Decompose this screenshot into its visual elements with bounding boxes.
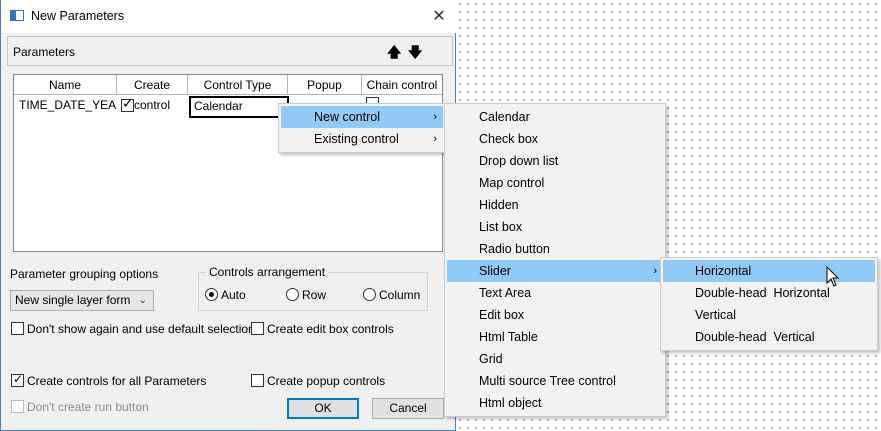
submenu-arrow-icon: › xyxy=(433,133,437,145)
table-header: Name Create control Control Type Popup C… xyxy=(14,75,442,112)
slider-submenu: Horizontal Double-head Horizontal Vertic… xyxy=(660,257,878,351)
menu-item-label: Drop down list xyxy=(479,154,559,168)
title-bar[interactable]: New Parameters ✕ xyxy=(1,0,457,33)
controls-arrangement-label: Controls arrangement xyxy=(206,265,329,279)
mouse-pointer-icon xyxy=(826,266,840,287)
menu-item-radio-button[interactable]: Radio button xyxy=(447,238,663,260)
menu-item-label: List box xyxy=(479,220,523,234)
menu-item-vertical[interactable]: Vertical xyxy=(663,304,875,326)
submenu-arrow-icon: › xyxy=(653,265,657,277)
column-header-control-type[interactable]: Control Type xyxy=(188,75,288,95)
new-control-submenu: Calendar Check box Drop down list Map co… xyxy=(444,103,666,417)
cancel-button[interactable]: Cancel xyxy=(372,398,444,419)
new-parameters-dialog: New Parameters ✕ Parameters 🡅 🡇 Name Cre… xyxy=(0,0,457,431)
menu-item-horizontal[interactable]: Horizontal xyxy=(663,260,875,282)
menu-item-label: New control xyxy=(314,110,380,124)
menu-item-label: Multi source Tree control xyxy=(479,374,616,388)
window-title: New Parameters xyxy=(31,9,125,23)
menu-item-label: Double-head Vertical xyxy=(695,330,815,344)
menu-item-drop-down-list[interactable]: Drop down list xyxy=(447,150,663,172)
menu-item-calendar[interactable]: Calendar xyxy=(447,106,663,128)
menu-item-label: Calendar xyxy=(479,110,530,124)
radio-auto[interactable] xyxy=(205,288,218,301)
column-header-name[interactable]: Name xyxy=(14,75,117,95)
menu-item-html-object[interactable]: Html object xyxy=(447,392,663,414)
close-button[interactable]: ✕ xyxy=(425,4,453,28)
edit-box-label[interactable]: Create edit box controls xyxy=(267,322,394,336)
window-icon xyxy=(10,10,24,21)
menu-item-label: Horizontal xyxy=(695,264,752,278)
menu-item-multi-source-tree-control[interactable]: Multi source Tree control xyxy=(447,370,663,392)
popup-controls-checkbox[interactable] xyxy=(251,374,264,387)
ok-button[interactable]: OK xyxy=(287,398,359,419)
menu-item-html-table[interactable]: Html Table xyxy=(447,326,663,348)
menu-item-new-control[interactable]: New control › xyxy=(281,106,443,128)
menu-item-map-control[interactable]: Map control xyxy=(447,172,663,194)
move-up-arrow-icon[interactable]: 🡅 xyxy=(387,42,401,66)
menu-item-label: Html Table xyxy=(479,330,538,344)
menu-item-label: Check box xyxy=(479,132,539,146)
grouping-select[interactable]: New single layer form ⌄ xyxy=(10,290,154,311)
menu-item-existing-control[interactable]: Existing control › xyxy=(281,128,443,150)
no-run-button-label: Don't create run button xyxy=(27,400,149,414)
menu-item-label: Existing control xyxy=(314,132,399,146)
all-parameters-checkbox[interactable]: ✓ xyxy=(11,372,24,387)
submenu-arrow-icon: › xyxy=(433,111,437,123)
menu-item-label: Html object xyxy=(479,396,542,410)
menu-item-check-box[interactable]: Check box xyxy=(447,128,663,150)
parameters-table: Name Create control Control Type Popup C… xyxy=(13,74,443,252)
create-control-checkbox[interactable]: ✓ xyxy=(121,95,134,112)
column-header-popup[interactable]: Popup xyxy=(288,75,362,95)
menu-item-label: Grid xyxy=(479,352,503,366)
grouping-options-label: Parameter grouping options xyxy=(10,267,159,281)
menu-item-label: Slider xyxy=(479,264,511,278)
edit-box-checkbox[interactable] xyxy=(251,322,264,335)
menu-item-label: Map control xyxy=(479,176,545,190)
checkmark-icon: ✓ xyxy=(122,95,134,111)
move-down-arrow-icon[interactable]: 🡇 xyxy=(408,42,422,66)
menu-item-label: Hidden xyxy=(479,198,519,212)
radio-auto-label[interactable]: Auto xyxy=(221,288,246,302)
menu-item-label: Edit box xyxy=(479,308,525,322)
column-header-chain-control[interactable]: Chain control xyxy=(362,75,442,95)
no-run-button-checkbox xyxy=(11,400,24,413)
menu-item-grid[interactable]: Grid xyxy=(447,348,663,370)
dont-show-label[interactable]: Don't show again and use default selecti… xyxy=(27,322,255,336)
all-parameters-label[interactable]: Create controls for all Parameters xyxy=(27,374,206,388)
menu-item-text-area[interactable]: Text Area xyxy=(447,282,663,304)
radio-row[interactable] xyxy=(286,288,299,301)
menu-item-label: Vertical xyxy=(695,308,736,322)
menu-item-label: Double-head Horizontal xyxy=(695,286,830,300)
grouping-select-value: New single layer form xyxy=(15,293,131,307)
row-name-cell[interactable]: TIME_DATE_YEAR xyxy=(19,96,117,116)
radio-column[interactable] xyxy=(363,288,376,301)
column-header-create-control[interactable]: Create control xyxy=(117,75,188,112)
radio-column-label[interactable]: Column xyxy=(379,288,420,302)
checkmark-icon: ✓ xyxy=(13,372,24,386)
menu-item-hidden[interactable]: Hidden xyxy=(447,194,663,216)
popup-controls-label[interactable]: Create popup controls xyxy=(267,374,385,388)
menu-item-double-head-vertical[interactable]: Double-head Vertical xyxy=(663,326,875,348)
menu-item-label: Text Area xyxy=(479,286,532,300)
parameters-group-bar: Parameters 🡅 🡇 xyxy=(7,36,453,66)
menu-item-list-box[interactable]: List box xyxy=(447,216,663,238)
radio-row-label[interactable]: Row xyxy=(302,288,326,302)
chevron-down-icon: ⌄ xyxy=(138,295,147,306)
menu-item-edit-box[interactable]: Edit box xyxy=(447,304,663,326)
menu-item-double-head-horizontal[interactable]: Double-head Horizontal xyxy=(663,282,875,304)
menu-item-slider[interactable]: Slider › xyxy=(447,260,663,282)
context-menu: New control › Existing control › xyxy=(278,103,446,153)
dont-show-checkbox[interactable] xyxy=(11,322,24,335)
parameters-label: Parameters xyxy=(13,45,76,59)
control-type-cell[interactable]: Calendar xyxy=(189,96,289,118)
menu-item-label: Radio button xyxy=(479,242,550,256)
